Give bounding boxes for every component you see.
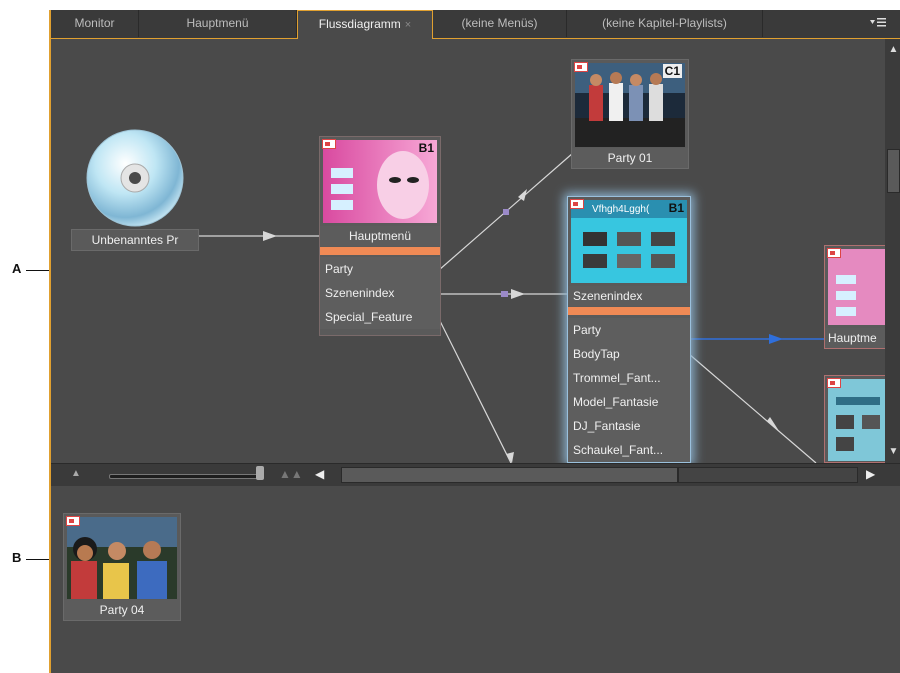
scroll-up-icon[interactable]: ▲ [885,41,900,59]
disc-label: Unbenanntes Pr [71,229,199,251]
menu-node-hauptmenu[interactable]: B1 Hauptmenü Party Szenenindex Special_F… [319,136,441,336]
chapter-badge: C1 [662,64,682,78]
party04-thumbnail [67,517,177,599]
menu-bar [568,307,690,315]
hauptmenu-button-list: Party Szenenindex Special_Feature [320,257,440,329]
tab-label: (keine Menüs) [461,16,538,30]
szenenindex-button-list: Party BodyTap Trommel_Fant... Model_Fant… [568,318,690,462]
flowchart-canvas[interactable]: Unbenanntes Pr B1 Hauptmenü Party Szenen… [51,39,885,463]
menu-button-party[interactable]: Party [320,257,440,281]
zoom-slider-handle[interactable] [256,466,264,480]
zoom-in-icon[interactable]: ▲▲ [279,467,303,481]
menu-type-icon [570,199,584,209]
timeline-type-icon [574,62,588,72]
scroll-right-icon[interactable]: ▶ [866,467,875,481]
button-badge: B1 [668,201,684,215]
disc-node[interactable]: Unbenanntes Pr [71,128,199,251]
szenenindex-right-thumbnail [828,379,885,461]
menu-type-icon [827,248,841,258]
menu-button-model[interactable]: Model_Fantasie [568,390,690,414]
tab-label: (keine Kapitel-Playlists) [602,16,727,30]
menu-node-hauptmenu-right[interactable]: Hauptme [824,245,885,349]
timeline-node-party04[interactable]: Party 04 [63,513,181,621]
zoom-slider-track[interactable] [109,474,259,479]
link-handle [501,291,508,297]
link-arrow [263,231,277,241]
menu-node-szenenindex[interactable]: Vfhgh4Lggh( B1 Szenenindex Party BodyTap… [567,196,691,463]
party01-title: Party 01 [572,148,688,168]
horizontal-scroll-thumb[interactable] [341,467,678,483]
disc-icon [86,129,184,227]
menu-button-trommel[interactable]: Trommel_Fant... [568,366,690,390]
tab-monitor[interactable]: Monitor [51,10,139,37]
menu-button-szenenindex[interactable]: Szenenindex [320,281,440,305]
button-badge: B1 [418,141,434,155]
flowchart-panel: Monitor Hauptmenü Flussdiagramm × (keine … [49,10,900,673]
horizontal-scroll-track[interactable] [678,467,858,483]
timeline-node-party01[interactable]: C1 Party 01 [571,59,689,169]
szenenindex-header-text: Vfhgh4Lggh( [592,204,650,215]
link-special-down [438,318,512,463]
callout-b: B [12,550,22,565]
vertical-scroll-thumb[interactable] [887,149,900,193]
scroll-down-icon[interactable]: ▼ [885,443,900,461]
tab-label: Flussdiagramm [318,17,401,31]
hauptmenu-title: Hauptmenü [320,226,440,246]
zoom-scroll-bar: ▲ ▲▲ ◀ ▶ [51,463,900,487]
scroll-left-icon[interactable]: ◀ [315,467,324,481]
timeline-type-icon [66,516,80,526]
close-icon[interactable]: × [405,19,411,31]
zoom-out-icon[interactable]: ▲ [71,468,81,479]
link-arrow [511,289,525,299]
link-bodytap-right [688,353,817,463]
hauptmenu-right-thumbnail [828,249,885,325]
unconnected-items-area[interactable]: Party 04 [51,486,900,673]
panel-menu-icon[interactable] [870,16,886,30]
link-handle [503,209,509,215]
menu-type-icon [322,139,336,149]
tab-bar: Monitor Hauptmenü Flussdiagramm × (keine … [51,10,900,39]
flow-links [192,152,827,463]
tab-label: Monitor [74,16,115,30]
menu-node-szenenindex-right[interactable] [824,375,885,463]
hauptmenu-right-title: Hauptme [825,328,885,348]
szenenindex-title: Szenenindex [568,286,690,306]
link-arrow-blue [769,334,783,344]
tab-keine-menus[interactable]: (keine Menüs) [433,10,567,37]
menu-type-icon [827,378,841,388]
link-arrow [767,417,779,431]
menu-button-special-feature[interactable]: Special_Feature [320,305,440,329]
tab-flussdiagramm[interactable]: Flussdiagramm × [297,10,433,39]
menu-button-bodytap[interactable]: BodyTap [568,342,690,366]
menu-button-party[interactable]: Party [568,318,690,342]
menu-button-schaukel[interactable]: Schaukel_Fant... [568,438,690,462]
menu-button-dj[interactable]: DJ_Fantasie [568,414,690,438]
tab-hauptmenu[interactable]: Hauptmenü [139,10,297,37]
vertical-scrollbar[interactable]: ▲ ▼ [885,39,900,463]
party04-title: Party 04 [64,600,180,620]
menu-bar [320,247,440,255]
callout-a: A [12,261,22,276]
tab-label: Hauptmenü [186,16,249,30]
tab-keine-kapitel-playlists[interactable]: (keine Kapitel-Playlists) [567,10,763,37]
